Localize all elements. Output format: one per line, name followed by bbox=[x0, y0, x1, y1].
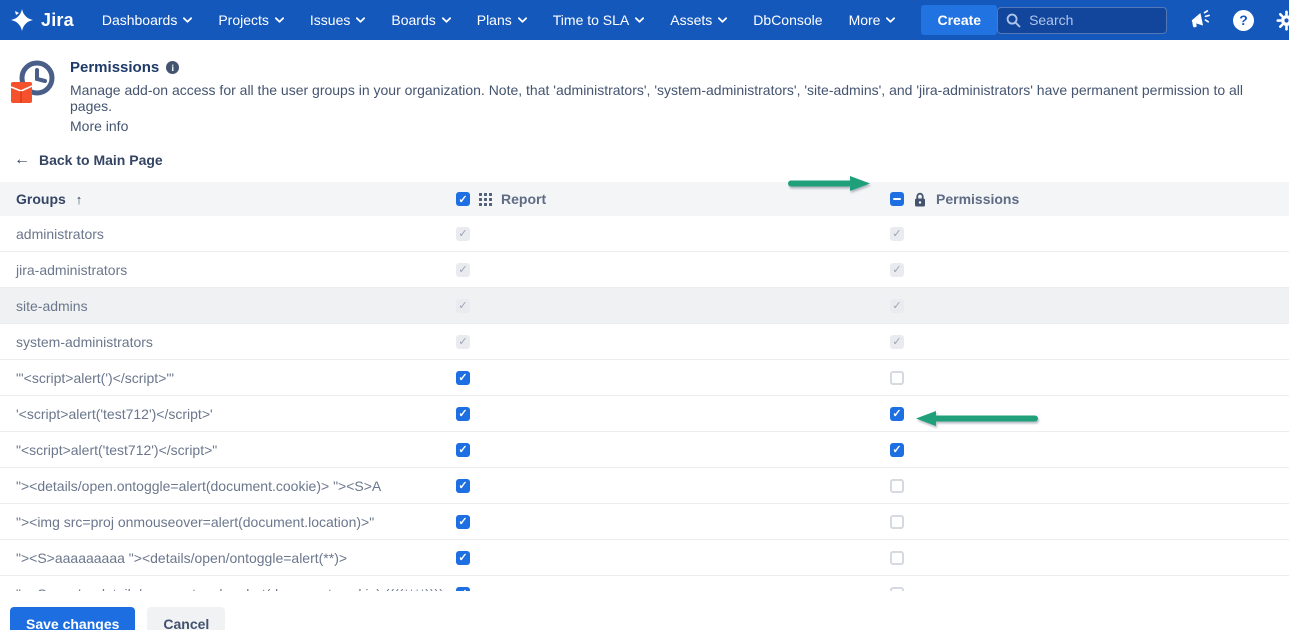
group-name: administrators bbox=[0, 226, 456, 242]
brand-name: Jira bbox=[41, 10, 74, 31]
table-body: administrators jira-administrators site-… bbox=[0, 216, 1289, 591]
page-title: Permissions bbox=[70, 59, 159, 76]
table-row: site-admins bbox=[0, 288, 1289, 324]
report-column-label: Report bbox=[501, 191, 546, 207]
back-to-main-page-link[interactable]: ← Back to Main Page bbox=[14, 151, 163, 169]
chevron-down-icon bbox=[442, 17, 451, 23]
app-clock-package-icon bbox=[8, 57, 58, 107]
permissions-checkbox[interactable] bbox=[890, 515, 904, 529]
chevron-down-icon bbox=[275, 17, 284, 23]
permissions-checkbox bbox=[890, 263, 904, 277]
lock-icon bbox=[913, 192, 927, 207]
group-name: '<script>alert('test712')</script>' bbox=[0, 406, 456, 422]
page-description: Manage add-on access for all the user gr… bbox=[70, 82, 1275, 114]
create-button[interactable]: Create bbox=[921, 5, 997, 35]
group-name: jira-administrators bbox=[0, 262, 456, 278]
annotation-arrow-right bbox=[788, 176, 870, 191]
permissions-checkbox[interactable] bbox=[890, 371, 904, 385]
permissions-checkbox[interactable] bbox=[890, 479, 904, 493]
announcements-icon[interactable] bbox=[1189, 10, 1211, 30]
table-row: administrators bbox=[0, 216, 1289, 252]
nav-item-boards[interactable]: Boards bbox=[391, 12, 450, 28]
group-name: system-administrators bbox=[0, 334, 456, 350]
permissions-checkbox[interactable] bbox=[890, 407, 904, 421]
top-nav-bar: Jira Dashboards Projects Issues Boards P… bbox=[0, 0, 1289, 40]
footer-actions: Save changes Cancel bbox=[10, 607, 1289, 630]
search-input[interactable] bbox=[1029, 12, 1149, 28]
permissions-select-all-checkbox[interactable] bbox=[890, 192, 904, 206]
table-row: "><S>aaa'><details/open.ontoggle=alert(d… bbox=[0, 576, 1289, 591]
page-header: Permissions i Manage add-on access for a… bbox=[0, 40, 1289, 134]
settings-icon[interactable] bbox=[1276, 10, 1289, 31]
permissions-checkbox bbox=[890, 227, 904, 241]
report-checkbox bbox=[456, 335, 470, 349]
report-checkbox[interactable] bbox=[456, 407, 470, 421]
permissions-checkbox bbox=[890, 299, 904, 313]
table-row: system-administrators bbox=[0, 324, 1289, 360]
permissions-checkbox[interactable] bbox=[890, 587, 904, 592]
report-checkbox[interactable] bbox=[456, 587, 470, 592]
report-checkbox[interactable] bbox=[456, 479, 470, 493]
report-checkbox[interactable] bbox=[456, 371, 470, 385]
save-changes-button[interactable]: Save changes bbox=[10, 607, 135, 630]
permissions-column-label: Permissions bbox=[936, 191, 1019, 207]
permissions-table: Groups ↑ Report bbox=[0, 182, 1289, 591]
search-box[interactable] bbox=[997, 7, 1167, 34]
table-header-row: Groups ↑ Report bbox=[0, 182, 1289, 216]
back-arrow-icon: ← bbox=[14, 151, 30, 169]
group-name: "<script>alert('test712')</script>" bbox=[0, 442, 456, 458]
sort-ascending-icon: ↑ bbox=[76, 192, 83, 207]
report-select-all-checkbox[interactable] bbox=[456, 192, 470, 206]
group-name: "'<script>alert(')</script>'" bbox=[0, 370, 456, 386]
nav-item-time-to-sla[interactable]: Time to SLA bbox=[553, 12, 645, 28]
group-name: site-admins bbox=[0, 298, 456, 314]
chevron-down-icon bbox=[635, 17, 644, 23]
nav-item-dbconsole[interactable]: DbConsole bbox=[753, 12, 822, 28]
jira-logo-icon bbox=[10, 8, 34, 32]
nav-item-dashboards[interactable]: Dashboards bbox=[102, 12, 193, 28]
chevron-down-icon bbox=[718, 17, 727, 23]
info-icon[interactable]: i bbox=[166, 61, 179, 74]
chevron-down-icon bbox=[886, 17, 895, 23]
help-icon[interactable]: ? bbox=[1233, 10, 1254, 31]
group-name: "><details/open.ontoggle=alert(document.… bbox=[0, 478, 456, 494]
report-checkbox[interactable] bbox=[456, 551, 470, 565]
permissions-checkbox[interactable] bbox=[890, 551, 904, 565]
group-name: "><img src=proj onmouseover=alert(docume… bbox=[0, 514, 456, 530]
table-row: "<script>alert('test712')</script>" bbox=[0, 432, 1289, 468]
nav-item-projects[interactable]: Projects bbox=[218, 12, 284, 28]
table-row: jira-administrators bbox=[0, 252, 1289, 288]
search-icon bbox=[1006, 13, 1021, 28]
table-row: '<script>alert('test712')</script>' bbox=[0, 396, 1289, 432]
nav-item-issues[interactable]: Issues bbox=[310, 12, 365, 28]
nav-menu: Dashboards Projects Issues Boards Plans … bbox=[102, 12, 896, 28]
report-checkbox bbox=[456, 299, 470, 313]
grid-icon bbox=[479, 193, 492, 206]
report-checkbox[interactable] bbox=[456, 443, 470, 457]
group-name: "><S>aaa'><details/open.ontoggle=alert(d… bbox=[0, 586, 456, 592]
cancel-button[interactable]: Cancel bbox=[147, 607, 225, 630]
chevron-down-icon bbox=[518, 17, 527, 23]
chevron-down-icon bbox=[356, 17, 365, 23]
nav-item-assets[interactable]: Assets bbox=[670, 12, 727, 28]
permissions-checkbox[interactable] bbox=[890, 443, 904, 457]
nav-item-more[interactable]: More bbox=[849, 12, 896, 28]
table-row: "><img src=proj onmouseover=alert(docume… bbox=[0, 504, 1289, 540]
report-checkbox bbox=[456, 263, 470, 277]
annotation-arrow-left bbox=[916, 411, 1038, 426]
group-name: "><S>aaaaaaaaa "><details/open/ontoggle=… bbox=[0, 550, 456, 566]
groups-column-header[interactable]: Groups ↑ bbox=[0, 191, 456, 207]
jira-brand[interactable]: Jira bbox=[10, 8, 74, 32]
report-checkbox bbox=[456, 227, 470, 241]
nav-item-plans[interactable]: Plans bbox=[477, 12, 527, 28]
chevron-down-icon bbox=[183, 17, 192, 23]
report-checkbox[interactable] bbox=[456, 515, 470, 529]
table-row: "><S>aaaaaaaaa "><details/open/ontoggle=… bbox=[0, 540, 1289, 576]
table-row: "'<script>alert(')</script>'" bbox=[0, 360, 1289, 396]
table-row: "><details/open.ontoggle=alert(document.… bbox=[0, 468, 1289, 504]
more-info-link[interactable]: More info bbox=[70, 118, 1275, 134]
permissions-checkbox bbox=[890, 335, 904, 349]
